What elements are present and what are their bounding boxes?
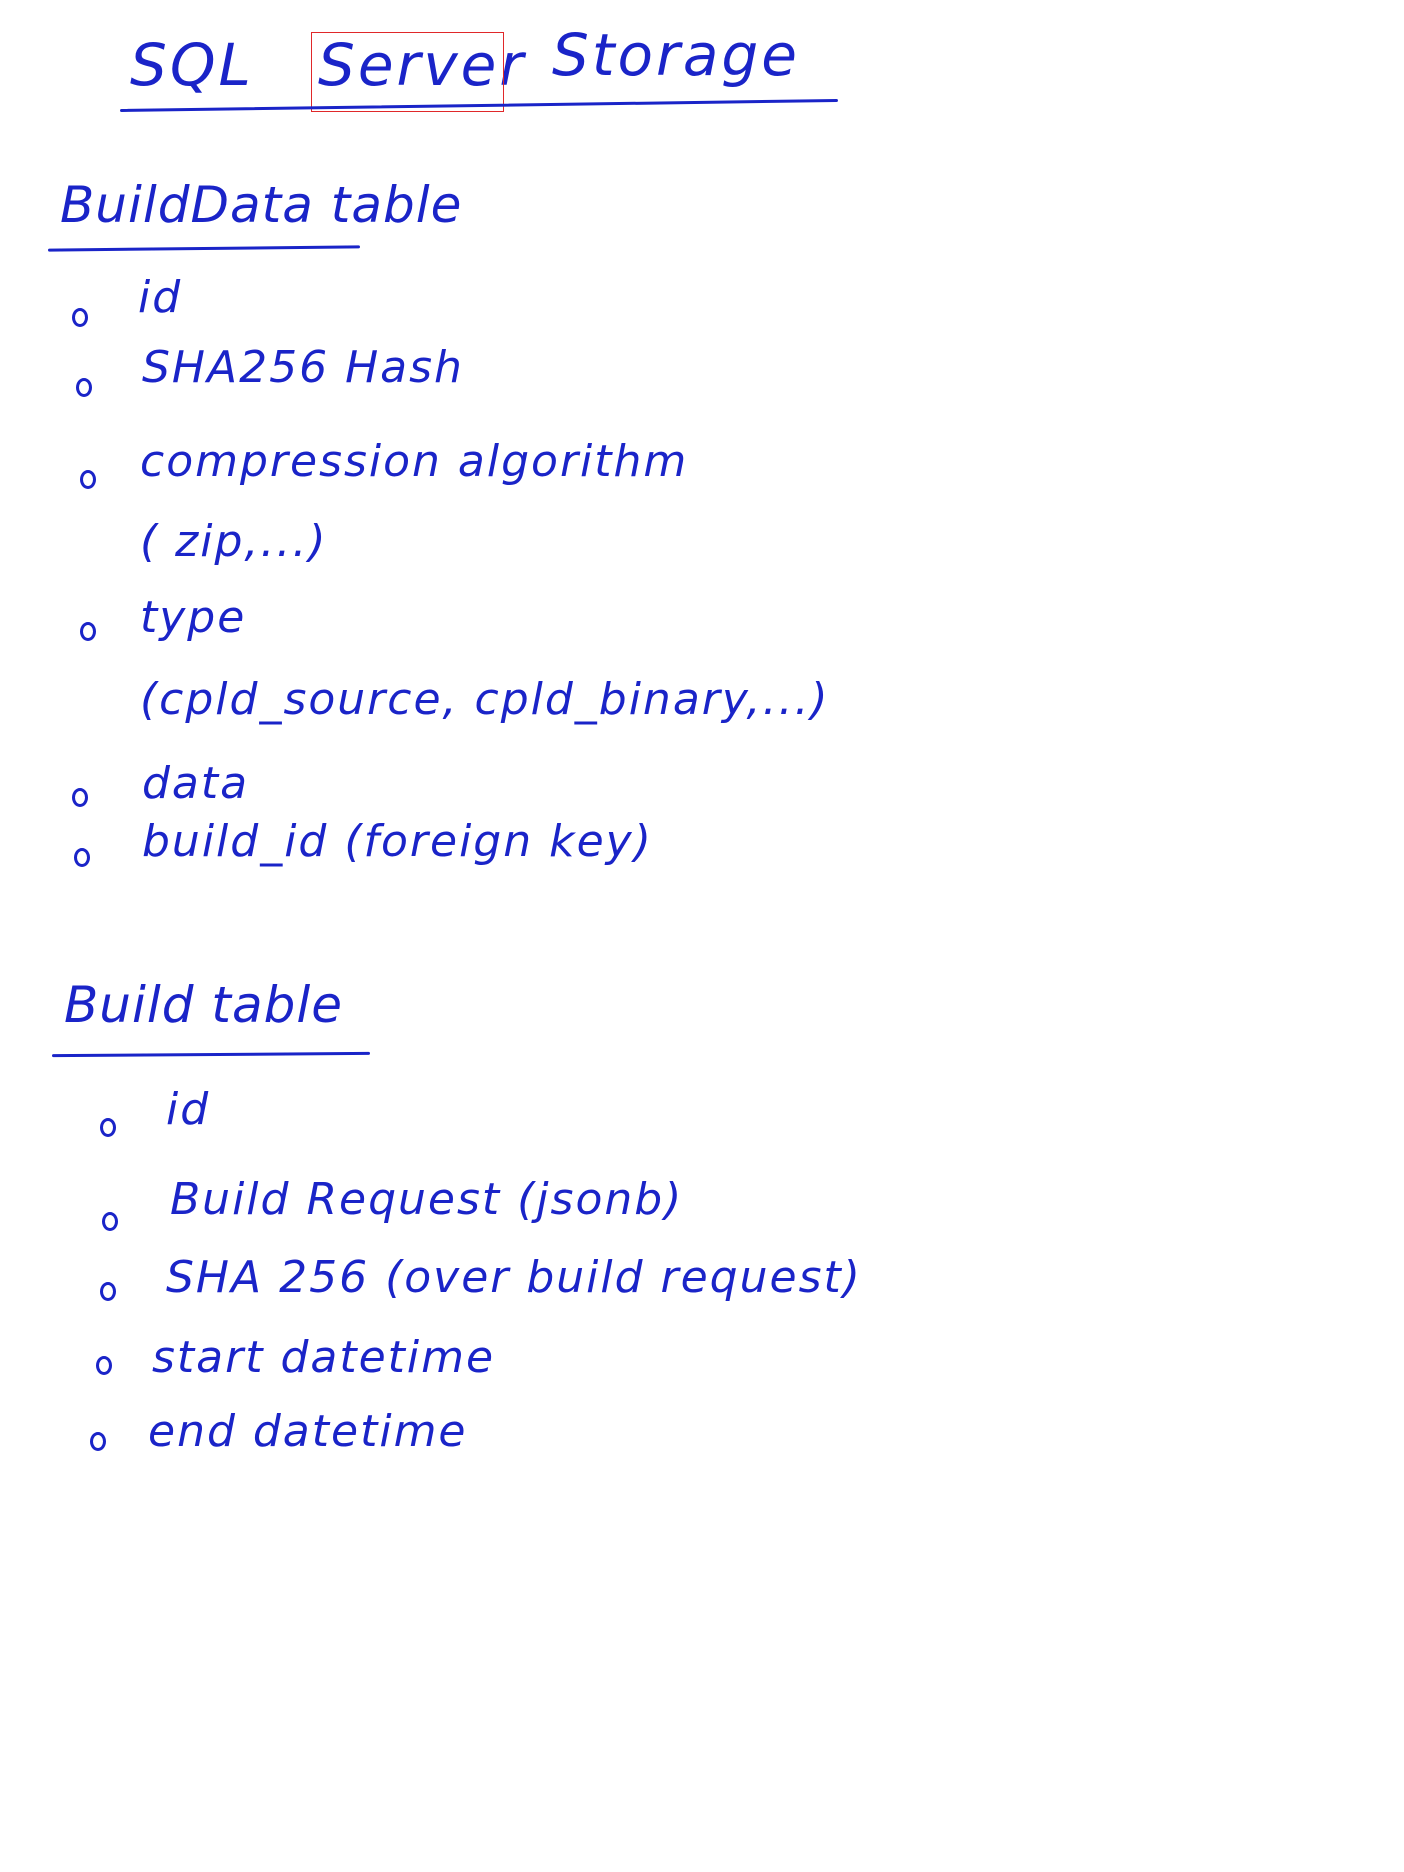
item-text: SHA256 Hash: [142, 342, 464, 393]
item-text: end datetime: [148, 1406, 468, 1457]
bullet-icon: [74, 848, 90, 867]
item-text: build_id (foreign key): [142, 816, 653, 867]
item-text: id: [166, 1084, 211, 1135]
item-text: SHA 256 (over build request): [166, 1252, 862, 1303]
item-text: compression algorithm: [140, 436, 689, 487]
highlight-box: [311, 32, 504, 112]
item-text: data: [142, 758, 250, 809]
title-sql: SQL: [130, 31, 254, 99]
bullet-icon: [102, 1212, 118, 1231]
bullet-icon: [72, 788, 88, 807]
item-text: Build Request (jsonb): [170, 1174, 684, 1225]
bullet-icon: [72, 308, 88, 327]
build-heading-underline: [51, 1051, 371, 1058]
bullet-icon: [76, 378, 92, 397]
builddata-heading-underline: [47, 245, 361, 252]
item-subtext: (cpld_source, cpld_binary,...): [140, 674, 830, 725]
bullet-icon: [100, 1118, 116, 1137]
item-text: type: [140, 592, 247, 643]
bullet-icon: [96, 1356, 112, 1375]
item-text: start datetime: [152, 1332, 496, 1383]
bullet-icon: [80, 622, 96, 641]
title-storage: Storage: [552, 21, 800, 89]
bullet-icon: [90, 1432, 106, 1451]
item-subtext: ( zip,...): [140, 516, 328, 567]
bullet-icon: [100, 1282, 116, 1301]
builddata-table-heading: BuildData table: [60, 176, 463, 234]
item-text: id: [138, 272, 183, 323]
bullet-icon: [80, 470, 96, 489]
build-table-heading: Build table: [64, 976, 344, 1034]
